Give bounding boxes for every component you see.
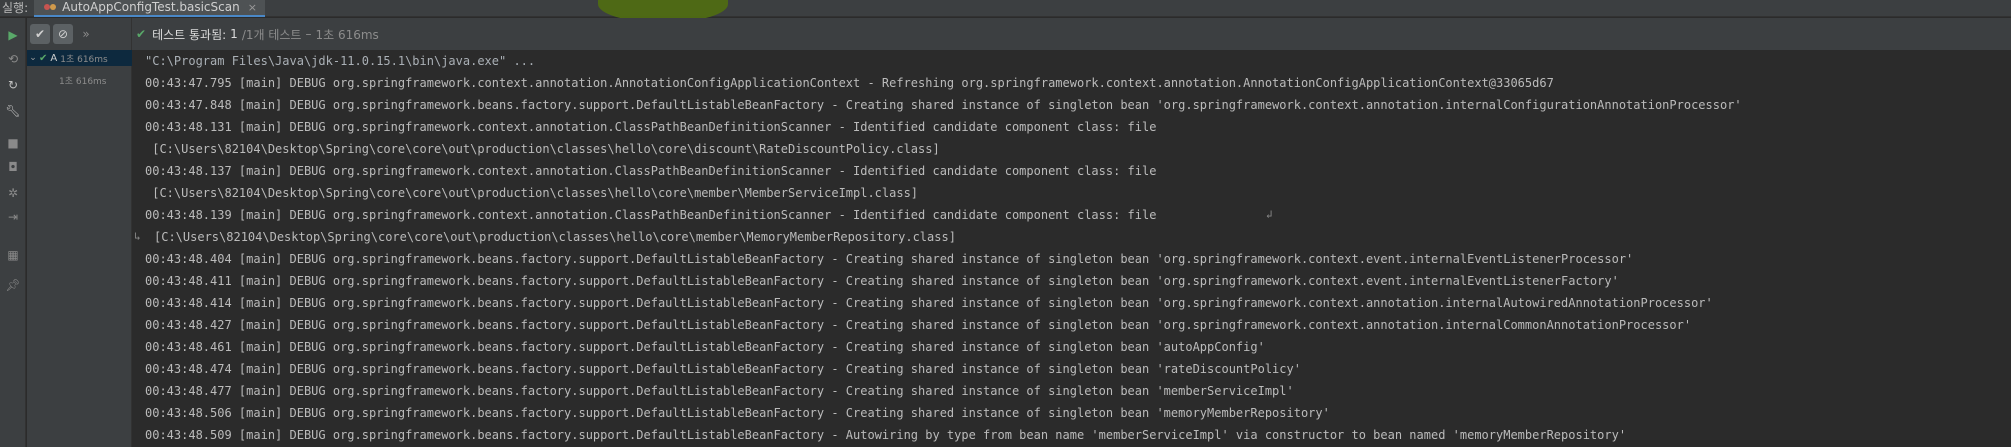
run-tab[interactable]: AutoAppConfigTest.basicScan × bbox=[34, 0, 265, 17]
chevron-down-icon[interactable]: ⌄ bbox=[27, 53, 39, 63]
test-status-bar: ✔ 테스트 통과됨: 1 /1개 테스트 – 1초 616ms bbox=[132, 18, 2011, 50]
console-line: [C:\Users\82104\Desktop\Spring\core\core… bbox=[154, 230, 956, 244]
check-icon: ✔ bbox=[39, 52, 48, 64]
console-line: 00:43:48.139 [main] DEBUG org.springfram… bbox=[145, 208, 1157, 222]
tests-passed-label: 테스트 통과됨: bbox=[152, 27, 227, 42]
console-line: 00:43:47.848 [main] DEBUG org.springfram… bbox=[145, 98, 1742, 112]
console-output[interactable]: "C:\Program Files\Java\jdk-11.0.15.1\bin… bbox=[132, 50, 2011, 447]
console-line: 00:43:48.509 [main] DEBUG org.springfram… bbox=[145, 428, 1627, 442]
console-line: 00:43:47.795 [main] DEBUG org.springfram… bbox=[145, 76, 1554, 90]
test-tree-toolbar: ✔ ⊘ » bbox=[27, 18, 132, 50]
console-line: 00:43:48.137 [main] DEBUG org.springfram… bbox=[145, 164, 1157, 178]
camera-icon[interactable]: ◘ bbox=[4, 158, 22, 176]
test-tree-panel: ✔ ⊘ » ⌄ ✔ A 1초 616ms 1초 616ms bbox=[27, 18, 132, 447]
more-icon[interactable]: » bbox=[76, 24, 96, 44]
exit-icon[interactable]: ⇥ bbox=[4, 208, 22, 226]
soft-wrap-continue-icon: ↳ bbox=[134, 230, 141, 243]
layout-icon[interactable]: ▦ bbox=[4, 246, 22, 264]
console-line: 00:43:48.474 [main] DEBUG org.springfram… bbox=[145, 362, 1301, 376]
tests-passed-count: 1 bbox=[230, 27, 238, 41]
console-line: 00:43:48.477 [main] DEBUG org.springfram… bbox=[145, 384, 1294, 398]
close-icon[interactable]: × bbox=[248, 1, 257, 14]
run-tab-title: AutoAppConfigTest.basicScan bbox=[62, 0, 240, 14]
console-line: [C:\Users\82104\Desktop\Spring\core\core… bbox=[145, 142, 940, 156]
run-side-toolbar: ▶ ⟲ ↻ 🔧︎ ■ ◘ ✲ ⇥ ▦ 📌︎ bbox=[0, 18, 26, 447]
wrench-icon[interactable]: 🔧︎ bbox=[4, 102, 22, 120]
test-tree-root[interactable]: ⌄ ✔ A 1초 616ms bbox=[27, 50, 132, 66]
console-line: "C:\Program Files\Java\jdk-11.0.15.1\bin… bbox=[145, 54, 536, 68]
rerun-failed-icon[interactable]: ⟲ bbox=[4, 50, 22, 68]
console-line: 00:43:48.427 [main] DEBUG org.springfram… bbox=[145, 318, 1692, 332]
debug-icon[interactable]: ✲ bbox=[4, 184, 22, 202]
console-line: 00:43:48.414 [main] DEBUG org.springfram… bbox=[145, 296, 1713, 310]
console-line: 00:43:48.461 [main] DEBUG org.springfram… bbox=[145, 340, 1265, 354]
console-line: [C:\Users\82104\Desktop\Spring\core\core… bbox=[145, 186, 919, 200]
show-passed-icon[interactable]: ✔ bbox=[30, 24, 50, 44]
soft-wrap-icon: ↲ bbox=[1266, 208, 1273, 221]
console-line: 00:43:48.506 [main] DEBUG org.springfram… bbox=[145, 406, 1330, 420]
show-ignored-icon[interactable]: ⊘ bbox=[53, 24, 73, 44]
console-line: 00:43:48.411 [main] DEBUG org.springfram… bbox=[145, 274, 1619, 288]
rerun-icon[interactable]: ▶ bbox=[4, 26, 22, 44]
pin-icon[interactable]: 📌︎ bbox=[4, 276, 22, 294]
test-tree-child[interactable]: 1초 616ms bbox=[27, 72, 132, 88]
check-icon: ✔ bbox=[136, 27, 147, 41]
run-tab-bar: 실행: AutoAppConfigTest.basicScan × bbox=[0, 0, 2011, 17]
test-child-time: 1초 616ms bbox=[59, 76, 107, 87]
test-root-time: 1초 616ms bbox=[60, 54, 108, 65]
status-separator: – bbox=[305, 27, 312, 41]
toggle-auto-test-icon[interactable]: ↻ bbox=[4, 76, 22, 94]
run-label: 실행: bbox=[2, 0, 29, 15]
console-line: 00:43:48.131 [main] DEBUG org.springfram… bbox=[145, 120, 1157, 134]
console-line: 00:43:48.404 [main] DEBUG org.springfram… bbox=[145, 252, 1634, 266]
stop-icon[interactable]: ■ bbox=[4, 134, 22, 152]
tests-duration: 1초 616ms bbox=[315, 27, 379, 42]
test-config-icon bbox=[44, 2, 57, 12]
tests-total: /1개 테스트 bbox=[241, 27, 302, 42]
test-root-label: A bbox=[50, 52, 58, 64]
